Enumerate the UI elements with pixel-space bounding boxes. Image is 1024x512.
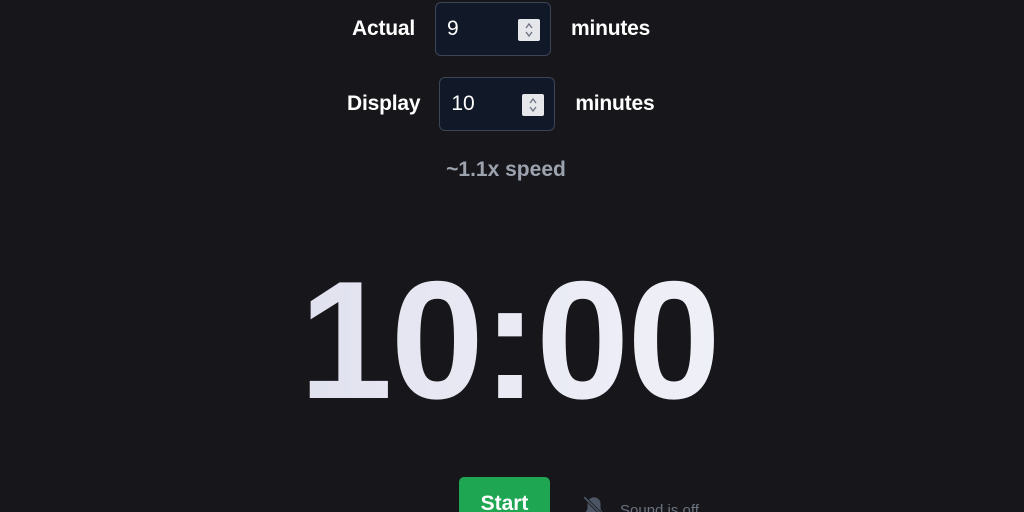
speed-indicator: ~1.1x speed xyxy=(446,158,566,181)
actual-unit-label: minutes xyxy=(570,17,651,40)
bell-off-icon xyxy=(583,496,603,512)
display-label: Display xyxy=(347,92,421,115)
display-minutes-row: Display 10 minutes xyxy=(347,77,655,131)
spinner-arrows-icon xyxy=(525,22,533,38)
display-unit-label: minutes xyxy=(575,92,655,115)
actual-minutes-row: Actual 9 minutes xyxy=(352,2,650,56)
spinner-arrows-icon xyxy=(529,97,537,113)
start-button[interactable]: Start xyxy=(459,477,550,512)
actual-minutes-value[interactable]: 9 xyxy=(447,17,459,41)
display-minutes-value[interactable]: 10 xyxy=(451,92,474,116)
timer-app: Actual 9 minutes Display 10 minutes ~1.1… xyxy=(0,0,1024,512)
actual-minutes-spinner[interactable] xyxy=(517,19,540,41)
timer-display: 10:00 xyxy=(0,256,1018,424)
display-minutes-spinner[interactable] xyxy=(522,94,545,116)
display-minutes-input[interactable]: 10 xyxy=(439,77,556,131)
sound-status-label: Sound is off xyxy=(620,502,699,512)
actual-label: Actual xyxy=(352,17,415,40)
sound-toggle[interactable]: Sound is off xyxy=(581,491,699,512)
actual-minutes-input[interactable]: 9 xyxy=(434,2,551,56)
